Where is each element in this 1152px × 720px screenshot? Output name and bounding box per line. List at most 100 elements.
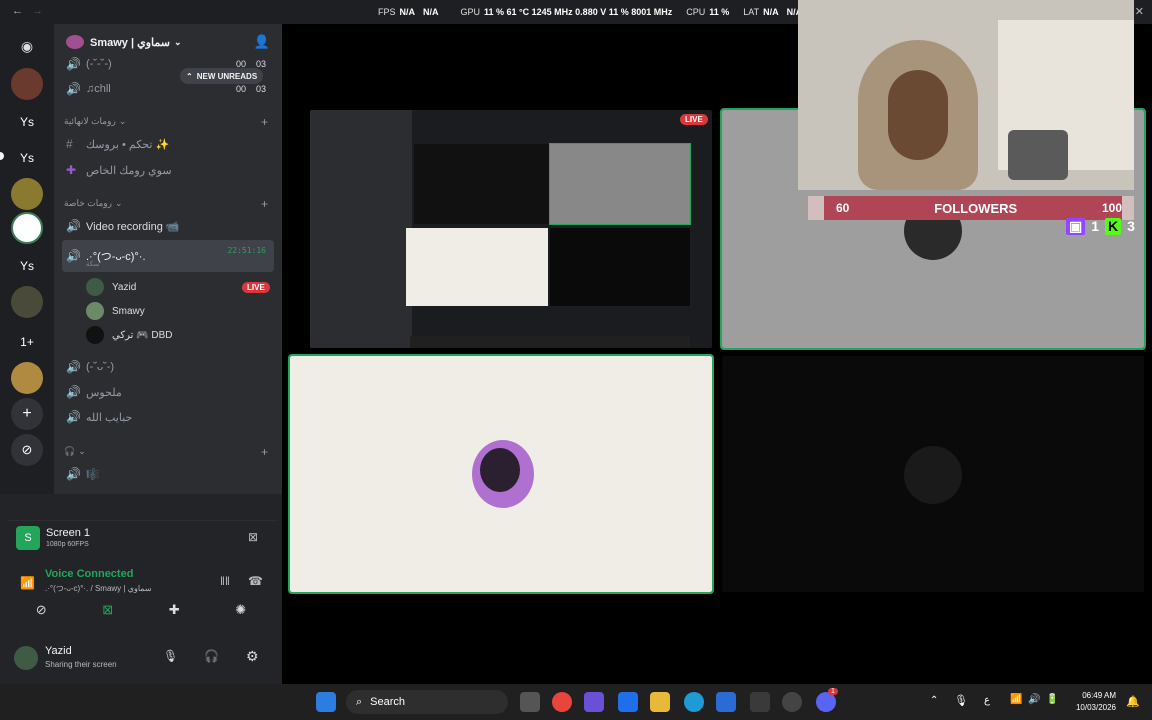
- user-bar: Yazid Sharing their screen 🎙 🎧 ⚙: [0, 634, 282, 684]
- server-ys-2[interactable]: Ys: [11, 142, 43, 174]
- text-channel[interactable]: ✚ سوي رومك الخاص: [62, 158, 274, 182]
- discord-icon[interactable]: [816, 692, 836, 712]
- stream-tile-turki[interactable]: [722, 356, 1144, 592]
- voice-actions: ⊘ ⊠ ✚ ✺: [8, 602, 274, 626]
- add-channel-icon[interactable]: +: [261, 197, 268, 211]
- stop-stream-icon[interactable]: ⊠: [248, 530, 258, 544]
- wifi-icon[interactable]: 📶: [1010, 694, 1022, 705]
- server-gold-avatar[interactable]: [11, 178, 43, 210]
- video-channel[interactable]: 🔊 Video recording 📹: [62, 214, 274, 238]
- discord-home-icon[interactable]: ◉: [11, 30, 43, 62]
- language-indicator[interactable]: ع: [984, 695, 990, 706]
- discover-icon[interactable]: ⊘: [11, 434, 43, 466]
- voice-channel[interactable]: 🔊 حبايب الله: [62, 405, 274, 429]
- stream-tile-yazid[interactable]: [288, 354, 714, 594]
- file-explorer-icon[interactable]: [650, 692, 670, 712]
- active-voice-channel[interactable]: 🔊 .·°(つ-ᴗ-c)°·. 22:51:16 سكة: [62, 240, 274, 272]
- task-view-icon[interactable]: [520, 692, 540, 712]
- discord-window: ← → FPS N/A N/A GPU 11 % 61 °C 1245 MHz 0.…: [0, 0, 1152, 684]
- start-icon[interactable]: [316, 692, 336, 712]
- speaker-icon: 🔊: [66, 360, 81, 374]
- search-icon: ⌕: [356, 695, 363, 708]
- camera-off-icon[interactable]: ⊘: [36, 602, 47, 626]
- copilot-icon[interactable]: [584, 692, 604, 712]
- activities-icon[interactable]: ✚: [169, 602, 180, 626]
- voice-channel[interactable]: 🔊 ملحوس: [62, 380, 274, 404]
- noise-suppression-icon[interactable]: ‖‖: [220, 574, 230, 588]
- text-channel[interactable]: # تحكم • بروسك ✨: [62, 132, 274, 156]
- twitch-count: 1: [1091, 218, 1100, 234]
- voice-channel[interactable]: 🔊 🎼: [62, 462, 274, 486]
- invite-user-icon[interactable]: 👤: [254, 34, 270, 50]
- clock[interactable]: 06:49 AM 10/03/2026: [1076, 690, 1116, 714]
- category-header[interactable]: رومات لانهائية ⌄ +: [64, 115, 274, 129]
- speaker-icon: 🔊: [66, 82, 81, 96]
- battery-icon[interactable]: 🔋: [1046, 694, 1058, 705]
- voice-location: .·°(つ-ᴗ-c)°·. / Smawy | سماوي: [45, 584, 152, 593]
- back-arrow-icon[interactable]: ←: [12, 5, 23, 17]
- stream-tile-screen[interactable]: LIVE: [310, 110, 712, 348]
- guild-name: Smawy | سماوي: [90, 36, 170, 49]
- microphone-icon[interactable]: 🎙: [954, 694, 968, 707]
- voice-channel[interactable]: 🔊 (-˘ᴗ˘-): [62, 355, 274, 379]
- server-1plus[interactable]: 1+: [11, 326, 43, 358]
- kick-count: 3: [1127, 218, 1135, 234]
- server-avatar[interactable]: [11, 68, 43, 100]
- store-icon[interactable]: [750, 692, 770, 712]
- voice-user[interactable]: Yazid: [86, 276, 136, 298]
- server-avatar-2[interactable]: [11, 286, 43, 318]
- disconnect-icon[interactable]: ☎: [248, 574, 263, 588]
- voice-user[interactable]: تركي 🎮 DBD: [86, 324, 173, 346]
- server-avatar-active[interactable]: [11, 212, 43, 244]
- bell-icon[interactable]: 🔔: [1126, 695, 1140, 708]
- server-ys-1[interactable]: Ys: [11, 106, 43, 138]
- speaker-icon: 🔊: [66, 219, 81, 233]
- call-timer: 22:51:16: [227, 246, 266, 255]
- close-icon[interactable]: ✕: [1135, 5, 1144, 18]
- volume-icon[interactable]: 🔊: [1028, 694, 1040, 705]
- chevron-up-icon[interactable]: ⌃: [930, 695, 938, 706]
- perf-overlay: FPS N/A N/A GPU 11 % 61 °C 1245 MHz 0.880 …: [378, 7, 803, 17]
- microphone-icon[interactable]: 🎙: [163, 649, 178, 663]
- chrome-icon[interactable]: [552, 692, 572, 712]
- obs-icon[interactable]: [782, 692, 802, 712]
- user-name: Yazid: [45, 645, 72, 657]
- avatar: [86, 278, 104, 296]
- soundboard-icon[interactable]: ✺: [235, 602, 246, 626]
- live-badge: LIVE: [242, 282, 270, 293]
- avatar: [86, 302, 104, 320]
- avatar[interactable]: [14, 646, 38, 670]
- kick-icon: K: [1105, 218, 1122, 235]
- goal-target: 100: [1101, 201, 1122, 215]
- edge-icon[interactable]: [684, 692, 704, 712]
- screen-title: Screen 1: [46, 527, 91, 539]
- add-channel-icon[interactable]: +: [261, 115, 268, 129]
- category-header[interactable]: 🎧 ⌄ +: [64, 445, 274, 459]
- hash-icon: #: [66, 137, 73, 151]
- screen-icon: S: [16, 526, 40, 550]
- voice-channel[interactable]: 🔊 ♫chll 00 03: [62, 77, 274, 101]
- voice-user[interactable]: Smawy: [86, 300, 145, 322]
- gear-icon[interactable]: ⚙: [246, 648, 259, 665]
- user-status: Sharing their screen: [45, 660, 117, 669]
- follower-goal-bar: 60 FOLLOWERS 100: [808, 196, 1134, 220]
- notification-badge: 1: [828, 688, 838, 695]
- server-food-avatar[interactable]: [11, 362, 43, 394]
- chevron-down-icon: ⌄: [173, 36, 182, 47]
- add-channel-icon[interactable]: +: [261, 445, 268, 459]
- speaker-icon: 🔊: [66, 57, 81, 71]
- channel-status: سكة: [86, 261, 100, 268]
- category-header[interactable]: رومات خاصة ⌄ +: [64, 197, 274, 211]
- forward-arrow-icon[interactable]: →: [32, 5, 43, 17]
- server-ys-3[interactable]: Ys: [11, 250, 43, 282]
- speaker-icon: 🔊: [66, 385, 81, 399]
- search-input[interactable]: ⌕ Search: [346, 690, 508, 714]
- vscode-icon[interactable]: [618, 692, 638, 712]
- headphones-icon[interactable]: 🎧: [204, 649, 219, 663]
- outlook-icon[interactable]: [716, 692, 736, 712]
- speaker-icon: 🔊: [66, 249, 81, 263]
- goal-label: FOLLOWERS: [934, 200, 1018, 216]
- share-screen-icon[interactable]: ⊠: [102, 602, 113, 626]
- webcam-overlay: [798, 0, 1134, 190]
- add-server-icon[interactable]: +: [11, 398, 43, 430]
